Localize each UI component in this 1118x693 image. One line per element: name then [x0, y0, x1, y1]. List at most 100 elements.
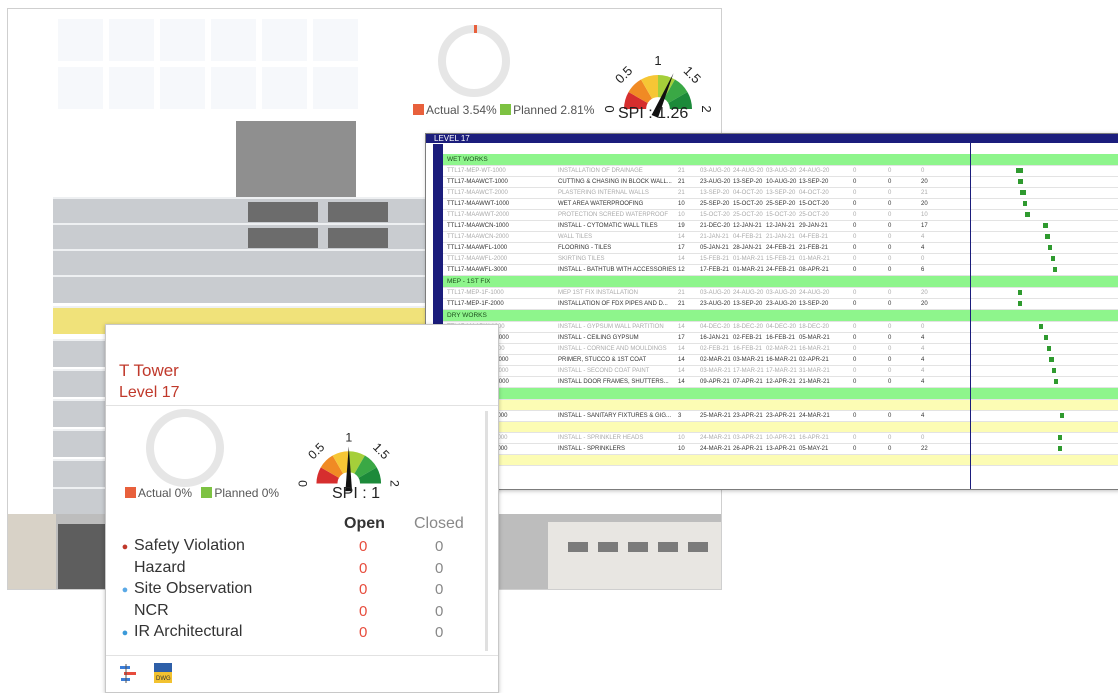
gantt-task-row[interactable]: TTL17-MAAWFL-1000 FLOORING - TILES 17 05-JA… [443, 243, 1118, 254]
gantt-cell-b: 0 [888, 346, 892, 352]
gantt-group-row[interactable]: MEP - 1ST FIX [443, 276, 1118, 288]
gantt-task-row[interactable]: TTL17-MEP-1F-2000 INSTALLATION OF FDX PIP… [443, 299, 1118, 310]
gantt-bar[interactable] [1050, 256, 1055, 261]
gantt-bar[interactable] [1049, 357, 1054, 362]
gantt-cell-f1: 03-APR-21 [733, 435, 763, 441]
gantt-task-row[interactable]: TTL17-MAAWCT-1000 CUTTING & CHASING IN BL… [443, 177, 1118, 188]
gantt-cell-s2: 12-JAN-21 [766, 223, 795, 229]
gantt-task-row[interactable]: TTL17-MAAWFL-3000 INSTALL - BATHTUB WITH … [443, 265, 1118, 276]
gantt-bar[interactable] [1017, 290, 1022, 295]
gantt-rows: WET WORKS TTL17-MEP-WT-1000 INSTALLATION O… [443, 154, 1118, 466]
issue-category[interactable]: NCR [118, 602, 169, 620]
gantt-bar[interactable] [1053, 267, 1058, 272]
legend-actual: Actual 0% [138, 486, 193, 500]
gantt-task-row[interactable]: TTL17-MAAWFF-1000INSTALL - SPRINKLER HEA… [443, 433, 1118, 444]
floor-strip[interactable] [53, 369, 113, 397]
closed-count[interactable]: 0 [435, 538, 443, 555]
gantt-task-row[interactable]: TTL17-MAAWWT-2000 PROTECTION SCREED WATER… [443, 210, 1118, 221]
floor-strip[interactable] [53, 429, 113, 457]
gantt-bar[interactable] [1017, 301, 1022, 306]
open-count[interactable]: 0 [359, 624, 367, 641]
gantt-bar[interactable] [1045, 234, 1050, 239]
gantt-bar[interactable] [1051, 368, 1057, 373]
gantt-bar[interactable] [1038, 324, 1044, 329]
gantt-bar[interactable] [1025, 212, 1030, 217]
gantt-task-row[interactable]: TTL17-MAAWCT-2000 PLASTERING INTERNAL WAL… [443, 188, 1118, 199]
gantt-bar[interactable] [1017, 179, 1024, 184]
issue-category[interactable]: Hazard [118, 559, 186, 577]
gantt-task-row[interactable]: TTL17-MAAWPR-1000PRIMER, STUCCO & 1ST CO… [443, 355, 1118, 366]
gantt-task-row[interactable]: TTL17-MAAWDR-1000INSTALL DOOR FRAMES, SH… [443, 377, 1118, 388]
gantt-bar[interactable] [1047, 245, 1053, 250]
gantt-bar[interactable] [1054, 379, 1059, 384]
gantt-subgroup-row[interactable]: HVAC [443, 455, 1118, 466]
gantt-bar[interactable] [1058, 446, 1063, 451]
closed-count[interactable]: 0 [435, 603, 443, 620]
floor-strip[interactable] [53, 399, 113, 427]
gantt-cell-c: 4 [921, 413, 925, 419]
gantt-cell-f1: 25-OCT-20 [733, 212, 763, 218]
gantt-cell-b: 0 [888, 413, 892, 419]
gantt-bar[interactable] [1059, 413, 1064, 418]
gantt-task-row[interactable]: TTL17-MAAWCN-2000 WALL TILES 14 21-JAN-21 04… [443, 232, 1118, 243]
gantt-cell-id: TTL17-MEP-1F-2000 [447, 301, 504, 307]
gantt-group-row[interactable]: WET WORKS [443, 154, 1118, 166]
gantt-subgroup-row[interactable]: - PLUMBING [443, 400, 1118, 411]
gantt-bar[interactable] [1042, 223, 1049, 228]
gantt-cell-s2: 17-MAR-21 [766, 368, 797, 374]
gantt-bar[interactable] [1016, 168, 1023, 173]
issue-category[interactable]: ● IR Architectural [118, 623, 243, 641]
gantt-bar[interactable] [1046, 346, 1051, 351]
open-count[interactable]: 0 [359, 603, 367, 620]
gantt-cell-c: 10 [921, 212, 928, 218]
closed-column-header: Closed [414, 515, 464, 532]
gantt-cell-c: 6 [921, 267, 925, 273]
gantt-window[interactable]: LEVEL 17 WET WORKS TTL17-MEP-WT-1000 INSTA… [425, 133, 1118, 490]
gantt-task-row[interactable]: TTL17-MAADW-1000INSTALL - GYPSUM WALL PA… [443, 322, 1118, 333]
issue-category[interactable]: ● Site Observation [118, 580, 253, 598]
open-count[interactable]: 0 [359, 560, 367, 577]
scrollbar[interactable] [485, 411, 488, 651]
level-detail-panel[interactable]: T Tower Level 17 Actual 0% Planned 0% 0 0… [105, 324, 499, 693]
gantt-bar[interactable] [1020, 190, 1026, 195]
gantt-group-row[interactable]: DRY WORKS [443, 310, 1118, 322]
gantt-task-row[interactable]: TTL17-MAAWPL-2000INSTALL - SANITARY FIXT… [443, 411, 1118, 422]
gantt-task-row[interactable]: TTL17-MAAWCN-1000 INSTALL - CYTOMATIC WAL… [443, 221, 1118, 232]
dwg-file-icon[interactable]: DWG [152, 662, 174, 684]
gantt-bar[interactable] [1022, 201, 1028, 206]
gantt-cell-s2: 16-FEB-21 [766, 335, 796, 341]
gantt-task-row[interactable]: TTL17-MAADW-2000INSTALL - CORNICE AND MO… [443, 344, 1118, 355]
gauge-tick-label: 0.5 [305, 440, 327, 462]
gantt-task-row[interactable]: TTL17-MAAWCN-3000INSTALL - CEILING GYPSU… [443, 333, 1118, 344]
closed-count[interactable]: 0 [435, 581, 443, 598]
open-count[interactable]: 0 [359, 538, 367, 555]
gantt-task-row[interactable]: TTL17-MAAWFF-2000INSTALL - SPRINKLERS102… [443, 444, 1118, 455]
gantt-cell-s2: 15-OCT-20 [766, 212, 796, 218]
closed-count[interactable]: 0 [435, 560, 443, 577]
gantt-cell-f1: 15-OCT-20 [733, 201, 763, 207]
gantt-group-row[interactable]: FINAL FIX [443, 388, 1118, 400]
gantt-header[interactable]: LEVEL 17 [426, 134, 1118, 143]
gantt-cell-id: TTL17-MAAWCN-2000 [447, 234, 509, 240]
open-count[interactable]: 0 [359, 581, 367, 598]
gauge-tick-label: 0.5 [612, 63, 635, 86]
gantt-task-row[interactable]: TTL17-MAAWPR-2000INSTALL - SECOND COAT P… [443, 366, 1118, 377]
gantt-task-row[interactable]: TTL17-MAAWWT-1000 WET AREA WATERPROOFING 1… [443, 199, 1118, 210]
floor-strip[interactable] [53, 487, 113, 515]
red-pin-icon: ● [121, 541, 129, 553]
gantt-toggle-icon[interactable] [118, 662, 140, 684]
gantt-bar[interactable] [1043, 335, 1049, 340]
gantt-bar[interactable] [1058, 435, 1063, 440]
closed-count[interactable]: 0 [435, 624, 443, 641]
gantt-cell-id: TTL17-MAAWWT-2000 [447, 212, 510, 218]
floor-strip[interactable] [53, 459, 113, 487]
gantt-task-row[interactable]: TTL17-MEP-1F-1000 MEP 1ST FIX INSTALLATIO… [443, 288, 1118, 299]
gantt-task-row[interactable]: TTL17-MEP-WT-1000 INSTALLATION OF DRAINAG… [443, 166, 1118, 177]
level-title: Level 17 [119, 384, 180, 401]
floor-strip[interactable] [53, 339, 113, 367]
gantt-cell-f2: 29-JAN-21 [799, 223, 828, 229]
issue-category[interactable]: ● Safety Violation [118, 537, 245, 555]
gantt-task-row[interactable]: TTL17-MAAWFL-2000 SKIRTING TILES 14 15-FEB-… [443, 254, 1118, 265]
gantt-cell-name: MEP 1ST FIX INSTALLATION [558, 290, 638, 296]
gantt-subgroup-row[interactable]: FIRE FIGHTING [443, 422, 1118, 433]
